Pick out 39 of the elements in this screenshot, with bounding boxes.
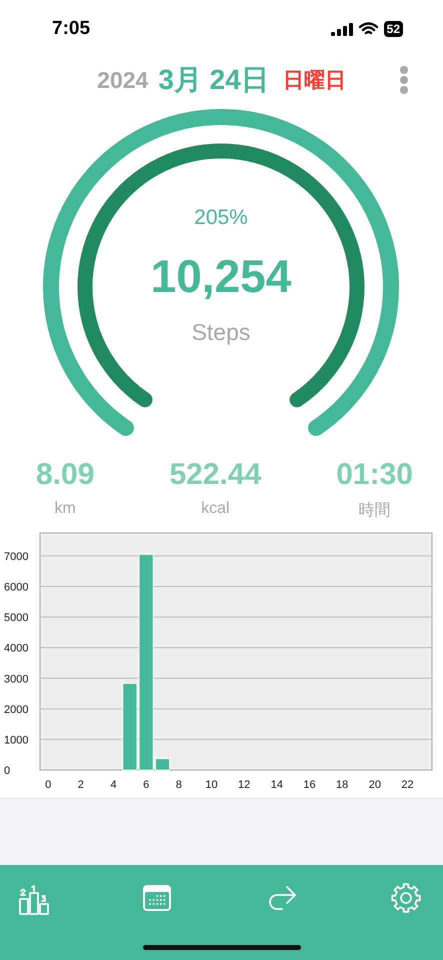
y-tick-label: 4000 [4, 642, 28, 655]
step-count: 10,254 [150, 250, 292, 302]
battery-level: 52 [384, 21, 403, 37]
more-options-icon[interactable] [399, 66, 409, 94]
y-tick-label: 5000 [4, 612, 28, 624]
x-tick-label: 12 [238, 779, 250, 791]
x-tick-label: 18 [336, 779, 348, 791]
stat-unit: kcal [201, 500, 230, 518]
stat-value: 01:30 [336, 458, 413, 492]
steps-unit: Steps [192, 319, 250, 345]
goal-percentage: 205% [194, 206, 248, 229]
y-tick-label: 3000 [4, 673, 28, 686]
x-tick-label: 0 [45, 779, 52, 791]
signal-icon [330, 22, 353, 36]
x-tick-label: 8 [176, 779, 182, 791]
date-label[interactable]: 3月 24日 [158, 61, 269, 99]
podium-icon[interactable] [18, 883, 50, 915]
stat-value: 8.09 [36, 458, 94, 492]
stat-unit: km [54, 500, 76, 518]
x-tick-label: 16 [303, 779, 316, 791]
y-tick-label: 1000 [4, 734, 28, 746]
x-tick-label: 20 [368, 779, 381, 791]
stat-value: 522.44 [169, 458, 262, 492]
x-tick-label: 4 [110, 779, 117, 791]
y-tick-label: 7000 [4, 550, 28, 563]
y-tick-label: 6000 [4, 582, 28, 594]
settings-icon[interactable] [390, 883, 423, 915]
y-tick-label: 2000 [4, 704, 28, 716]
x-tick-label: 2 [78, 779, 84, 791]
year-label: 2024 [97, 66, 148, 94]
x-tick-label: 14 [270, 779, 283, 791]
y-tick-label: 0 [4, 765, 10, 777]
weekday-label: 日曜日 [282, 68, 346, 94]
x-tick-label: 10 [205, 779, 218, 791]
clock-time: 7:05 [52, 18, 92, 40]
x-tick-label: 6 [143, 779, 150, 791]
x-tick-label: 22 [401, 779, 414, 791]
wifi-icon [358, 22, 378, 36]
stat-unit: 時間 [358, 500, 391, 521]
